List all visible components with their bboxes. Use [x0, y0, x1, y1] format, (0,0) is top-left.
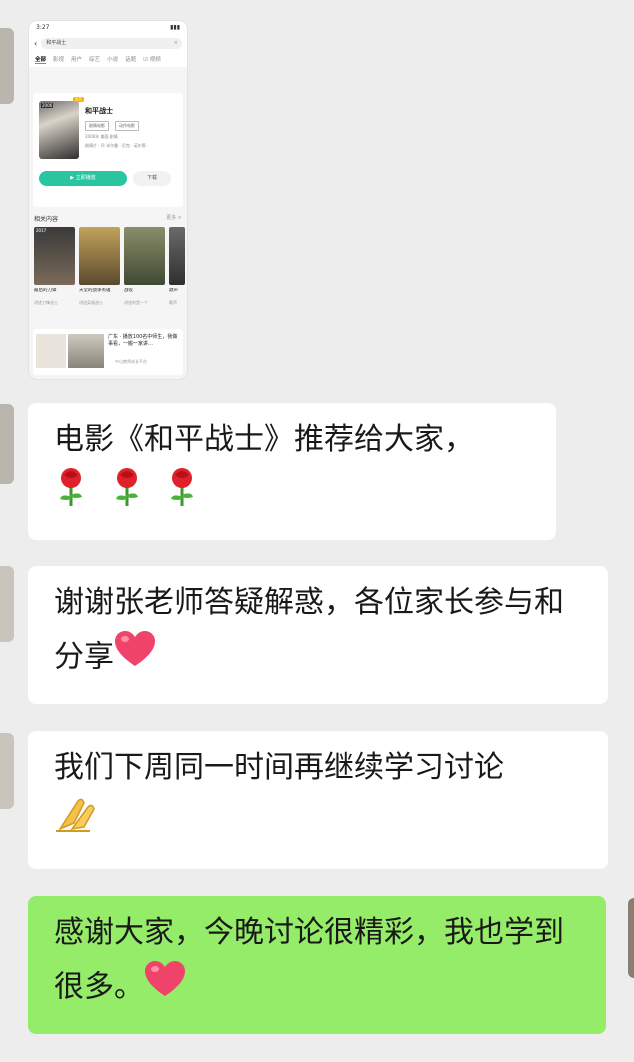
message-text: 电影《和平战士》推荐给大家，: [54, 422, 474, 457]
bottom-thumb: [33, 379, 81, 380]
thumb-sub: 讲述英雄战士: [79, 300, 103, 305]
article-image: [36, 334, 66, 368]
related-thumb-image: [79, 227, 120, 285]
message-text: 我们下周同一时间再继续学习讨论: [54, 750, 504, 785]
thumb-sub: 歌声: [169, 300, 177, 305]
thumb-sub: 讲述刀锋战士: [34, 300, 58, 305]
message-bubble[interactable]: 我们下周同一时间再继续学习讨论: [28, 731, 608, 869]
phone-status-bar: 3:27 ▮▮▮: [29, 21, 187, 35]
rose-icon: [165, 467, 199, 525]
back-arrow-icon: ‹: [34, 38, 38, 48]
article-text: 广东 · 播放100名中师生，我做事看，一搬一家讲…: [108, 334, 178, 347]
related-item: 歌声 歌声: [169, 227, 185, 306]
thumb-title: 战役: [124, 288, 133, 293]
sender-avatar[interactable]: [0, 733, 14, 809]
message-text: 感谢大家，今晚讨论很精彩，我也学到很多。: [54, 915, 564, 1005]
thumb-sub: 讲述的是一个: [124, 300, 148, 305]
related-item: 2017 最后的刀锋 讲述刀锋战士: [34, 227, 75, 306]
thumb-title: 最后的刀锋: [34, 288, 57, 293]
related-item: 战役 讲述的是一个: [124, 227, 165, 306]
related-label: 相关内容: [34, 216, 59, 223]
movie-tags: 剧情电影 动作电影: [85, 121, 139, 131]
heart-icon: [144, 960, 186, 1016]
article-source: 中山教师成长平台: [115, 359, 147, 364]
tab-variety: 综艺: [89, 57, 101, 63]
related-more: 更多 >: [166, 215, 182, 221]
pray-icon: [54, 795, 98, 853]
vip-badge: 会员: [73, 97, 84, 102]
play-button: ▶ 立即播放: [39, 171, 127, 186]
movie-tag: 剧情电影: [85, 121, 109, 131]
search-input: 和平战士 ×: [41, 37, 182, 49]
movie-tag: 动作电影: [115, 121, 139, 131]
sender-avatar[interactable]: [0, 404, 14, 484]
movie-poster: 2006: [39, 101, 79, 159]
thumb-year: 2017: [35, 228, 48, 233]
sender-avatar[interactable]: [0, 566, 14, 642]
poster-year: 2006: [41, 103, 54, 108]
thumb-title: 歌声: [169, 288, 178, 293]
search-query: 和平战士: [46, 39, 67, 46]
tab-topic: 话题: [125, 57, 137, 63]
article-image: [68, 334, 104, 368]
related-thumb-image: [124, 227, 165, 285]
article-card: 广东 · 播放100名中师生，我做事看，一搬一家讲… 中山教师成长平台: [33, 329, 183, 375]
my-avatar[interactable]: [628, 898, 634, 978]
bottom-thumb: [84, 379, 132, 380]
tab-video: ☑ 视频: [143, 57, 161, 63]
sender-avatar[interactable]: [0, 28, 14, 104]
message-bubble[interactable]: 谢谢张老师答疑解惑，各位家长参与和分享: [28, 566, 608, 704]
movie-meta: 2006年 美国 剧情: [85, 134, 118, 139]
related-thumb-image: [169, 227, 185, 285]
thumb-title: 天堂的战争英雄: [79, 288, 111, 293]
tab-film: 影视: [53, 57, 65, 63]
search-bar: ‹ 和平战士 ×: [29, 35, 187, 51]
bottom-thumb: [135, 379, 183, 380]
search-tabs: 全部 影视 用户 综艺 小说 话题 ☑ 视频: [29, 51, 187, 67]
movie-title: 和平战士: [85, 107, 113, 115]
tab-all: 全部: [35, 56, 47, 64]
heart-icon: [114, 630, 156, 686]
related-item: 天堂的战争英雄 讲述英雄战士: [79, 227, 120, 306]
related-header: 相关内容 更多 >: [34, 214, 182, 223]
rose-icon: [110, 467, 144, 525]
bottom-thumbs: [33, 379, 183, 380]
tab-novel: 小说: [107, 57, 119, 63]
related-thumb-image: 2017: [34, 227, 75, 285]
movie-result-card: 2006 会员 和平战士 剧情电影 动作电影 2006年 美国 剧情 剧情片 ·…: [33, 93, 183, 207]
shared-screenshot-message[interactable]: 3:27 ▮▮▮ ‹ 和平战士 × 全部 影视 用户 综艺 小说 话题 ☑ 视频…: [28, 20, 188, 380]
tab-user: 用户: [71, 57, 83, 63]
download-button: 下载: [133, 171, 171, 186]
movie-meta: 剧情片 · 丹 米尔曼 · 尼克 · 诺尔蒂 ·: [85, 143, 149, 148]
battery-icon: ▮▮▮: [170, 24, 180, 31]
message-bubble[interactable]: 电影《和平战士》推荐给大家，: [28, 403, 556, 540]
message-bubble-outgoing[interactable]: 感谢大家，今晚讨论很精彩，我也学到很多。: [28, 896, 606, 1034]
rose-icon: [54, 467, 88, 525]
clear-icon: ×: [173, 39, 178, 46]
status-time: 3:27: [36, 24, 50, 31]
related-thumbs: 2017 最后的刀锋 讲述刀锋战士 天堂的战争英雄 讲述英雄战士 战役 讲述的是…: [34, 227, 185, 306]
